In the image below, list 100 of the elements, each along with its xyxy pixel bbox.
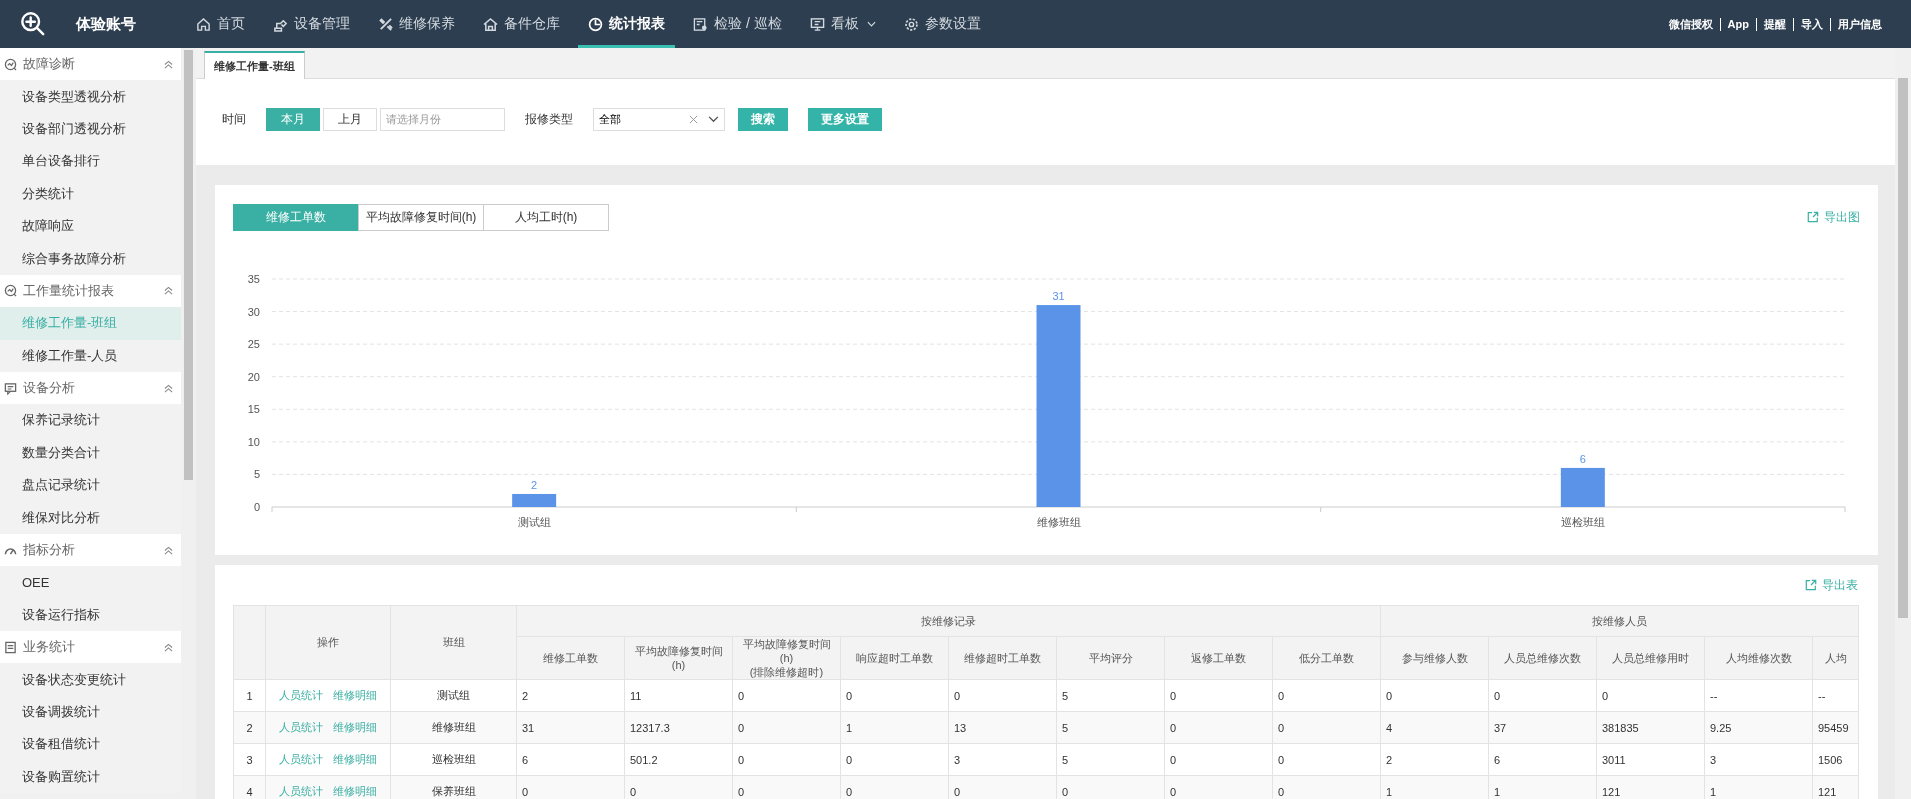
- table-cell: 381835: [1596, 711, 1705, 744]
- column-header: 低分工单数: [1272, 636, 1381, 680]
- table-cell: 3011: [1596, 743, 1705, 776]
- nav-item[interactable]: 设备管理: [263, 0, 360, 48]
- data-label: 2: [531, 478, 538, 491]
- table-cell: 0: [516, 775, 625, 799]
- table-cell: 13: [948, 711, 1057, 744]
- table-cell: --: [1812, 679, 1859, 712]
- table-cell: 0: [840, 743, 949, 776]
- nav-item[interactable]: 维修保养: [368, 0, 465, 48]
- table-cell: 测试组: [390, 679, 517, 712]
- nav-item[interactable]: 看板: [799, 0, 886, 48]
- export-icon: [1805, 579, 1817, 591]
- column-group-header: 按维修人员: [1380, 605, 1859, 637]
- table-cell: 0: [624, 775, 733, 799]
- column-header: 维修工单数: [516, 636, 625, 680]
- table-cell: 12317.3: [624, 711, 733, 744]
- table-cell: 0: [1272, 711, 1381, 744]
- axis-tick-label: 0: [253, 501, 260, 513]
- nav-item[interactable]: 参数设置: [893, 0, 991, 48]
- filter-label: 报修类型: [525, 110, 573, 128]
- home-icon: [196, 16, 211, 32]
- table-cell: 0: [948, 775, 1057, 799]
- row-number: 4: [233, 775, 266, 799]
- sidebar-group-header[interactable]: 指标分析: [0, 533, 181, 567]
- trend-icon: [4, 284, 17, 298]
- table-cell: 5: [1056, 679, 1165, 712]
- table-cell: 0: [1272, 679, 1381, 712]
- table-cell: 1: [1380, 775, 1489, 799]
- warehouse-icon: [483, 16, 498, 32]
- settings-icon: [903, 16, 919, 32]
- pie-chart-icon: [588, 16, 603, 32]
- data-label: 6: [1579, 452, 1586, 465]
- table-cell: 0: [840, 775, 949, 799]
- chart-tab[interactable]: 平均故障修复时间(h): [358, 203, 484, 231]
- axis-tick-label: 35: [247, 273, 260, 285]
- table-cell: 0: [732, 775, 841, 799]
- table-cell: 4: [1380, 711, 1489, 744]
- table-cell: 0: [1596, 679, 1705, 712]
- table-cell: 5: [1056, 711, 1165, 744]
- column-header: 人均: [1812, 636, 1859, 680]
- axis-tick-label: 30: [247, 305, 260, 318]
- header-link[interactable]: 提醒: [1757, 16, 1793, 32]
- chevron-down-icon: [708, 115, 719, 123]
- row-number: 1: [233, 679, 266, 712]
- page-tab[interactable]: 维修工作量-班组: [204, 51, 305, 79]
- nav-item[interactable]: 备件仓库: [473, 0, 570, 48]
- sidebar-group-header[interactable]: 设备分析: [0, 371, 181, 405]
- table-cell: 6: [1488, 743, 1597, 776]
- caret-down-icon: [866, 21, 876, 27]
- document-icon: [4, 640, 17, 654]
- period-button[interactable]: 上月: [323, 107, 377, 131]
- account-name: 体验账号: [76, 14, 137, 34]
- clear-icon[interactable]: [689, 114, 698, 124]
- table-cell: 1: [1488, 775, 1597, 799]
- table-cell: 2: [516, 679, 625, 712]
- chevron-icon: [164, 383, 173, 393]
- column-header: 人员总维修用时: [1596, 636, 1705, 680]
- sidebar-group-header[interactable]: 业务统计: [0, 631, 181, 664]
- sidebar-group-header[interactable]: 工作量统计报表: [0, 274, 181, 308]
- table-cell: 0: [840, 679, 949, 712]
- header-link[interactable]: 导入: [1794, 16, 1830, 32]
- column-group-header: 按维修记录: [516, 605, 1381, 637]
- sidebar-group-header[interactable]: 故障诊断: [0, 48, 181, 81]
- axis-tick-label: 5: [253, 468, 260, 481]
- table-cell: 11: [624, 679, 733, 712]
- repair-type-select[interactable]: 全部: [593, 107, 725, 131]
- column-header: 平均故障修复时间(h) (排除维修超时): [732, 636, 841, 680]
- table-cell: 37: [1488, 711, 1597, 744]
- table-cell: 501.2: [624, 743, 733, 776]
- table-cell: 6: [516, 743, 625, 776]
- table-cell: 3: [1704, 743, 1813, 776]
- axis-tick-label: 10: [247, 435, 260, 448]
- column-header: 响应超时工单数: [840, 636, 949, 680]
- nav-item[interactable]: 首页: [186, 0, 255, 48]
- export-icon: [1807, 211, 1819, 223]
- nav-item[interactable]: 检验 / 巡检: [683, 0, 792, 48]
- axis-tick-label: 20: [247, 370, 260, 383]
- zoom-in-logo-icon: [20, 11, 46, 37]
- scrollbar[interactable]: [1895, 48, 1911, 799]
- axis-tick-label: 15: [247, 403, 260, 416]
- table-cell: 1506: [1812, 743, 1859, 776]
- month-input-field[interactable]: 请选择月份: [380, 107, 505, 131]
- data-label: 31: [1052, 290, 1065, 303]
- chevron-icon: [164, 642, 173, 652]
- header-link[interactable]: 微信授权: [1661, 16, 1720, 32]
- table-cell: 0: [1164, 775, 1273, 799]
- header-link[interactable]: 用户信息: [1831, 16, 1889, 32]
- table-cell: 0: [732, 711, 841, 744]
- table-cell: 0: [1272, 743, 1381, 776]
- trend-icon: [4, 57, 17, 71]
- column-header: 人员总维修次数: [1488, 636, 1597, 680]
- header-link[interactable]: App: [1720, 18, 1756, 30]
- table-cell: 巡检班组: [390, 743, 517, 776]
- table-cell: 保养班组: [390, 775, 517, 799]
- table-cell: 0: [1164, 679, 1273, 712]
- table-cell: 0: [1056, 775, 1165, 799]
- chart-tab[interactable]: 人均工时(h): [483, 203, 609, 231]
- column-header: 人均维修次数: [1704, 636, 1813, 680]
- table-cell: 1: [1704, 775, 1813, 799]
